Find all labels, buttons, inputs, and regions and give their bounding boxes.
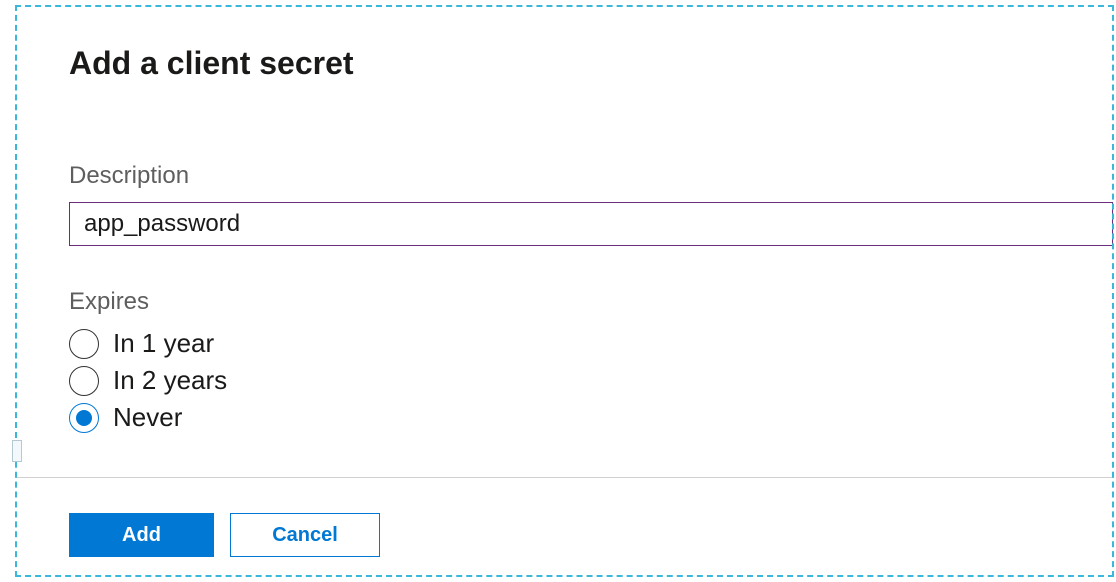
radio-icon: [69, 329, 99, 359]
divider: [15, 477, 1114, 478]
selection-handle[interactable]: [12, 440, 22, 462]
expires-radio-group: In 1 year In 2 years Never: [69, 328, 1116, 433]
radio-icon-selected: [69, 403, 99, 433]
add-client-secret-panel: Add a client secret Description Expires …: [0, 0, 1116, 582]
description-input[interactable]: [69, 202, 1113, 246]
panel-title: Add a client secret: [69, 45, 1116, 82]
expires-label: Expires: [69, 288, 1116, 316]
radio-label: In 2 years: [113, 365, 227, 396]
radio-option-2-years[interactable]: In 2 years: [69, 365, 1116, 396]
description-label: Description: [69, 162, 1116, 190]
radio-option-never[interactable]: Never: [69, 402, 1116, 433]
cancel-button[interactable]: Cancel: [230, 513, 380, 557]
add-button[interactable]: Add: [69, 513, 214, 557]
radio-label: In 1 year: [113, 328, 214, 359]
radio-icon: [69, 366, 99, 396]
button-row: Add Cancel: [69, 513, 380, 557]
radio-option-1-year[interactable]: In 1 year: [69, 328, 1116, 359]
radio-label: Never: [113, 402, 182, 433]
